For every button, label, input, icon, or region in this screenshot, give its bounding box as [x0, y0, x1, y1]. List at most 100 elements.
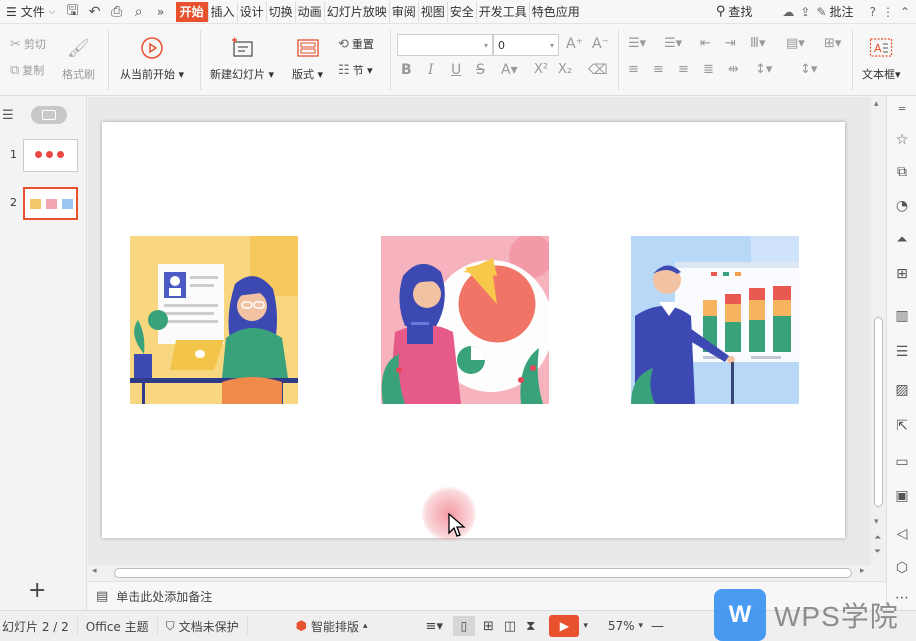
italic-button[interactable]: I	[428, 62, 434, 78]
font-size-combo[interactable]: 0 ▾	[493, 34, 559, 56]
illustration-woman-laptop[interactable]	[130, 236, 298, 404]
print-preview-icon[interactable]: ⌕	[128, 1, 150, 23]
format-painter-button[interactable]: 🖌 格式刷	[62, 34, 95, 82]
tab-transition[interactable]: 切换	[267, 1, 296, 22]
vertical-scrollbar[interactable]: ▴ ▾ ⏶ ⏷	[871, 97, 886, 565]
scroll-right-icon[interactable]: ▸	[860, 566, 865, 576]
columns-button[interactable]: ▤▾	[786, 36, 805, 51]
print-icon[interactable]: ⎙	[106, 1, 128, 23]
share-export-icon[interactable]: ⇱	[893, 417, 911, 435]
subscript-button[interactable]: X₂	[558, 62, 572, 77]
share-icon[interactable]: ⇪	[800, 5, 810, 19]
scroll-down-icon[interactable]: ▾	[874, 517, 879, 527]
text-direction-button[interactable]: Ⅲ▾	[750, 36, 766, 51]
slide-view-toggle[interactable]	[31, 106, 67, 124]
align-left-button[interactable]: ≡	[628, 62, 639, 77]
underline-button[interactable]: U	[451, 62, 461, 78]
tab-design[interactable]: 设计	[238, 1, 267, 22]
tab-view[interactable]: 视图	[419, 1, 448, 22]
justify-button[interactable]: ≣	[703, 62, 714, 77]
properties-icon[interactable]: ☰	[893, 343, 911, 361]
comment-button[interactable]: ✎ 批注	[816, 3, 853, 20]
superscript-button[interactable]: X²	[534, 62, 548, 77]
help-icon[interactable]: ?	[870, 5, 876, 19]
scroll-up-icon[interactable]: ▴	[874, 99, 879, 109]
shrink-font-button[interactable]: A⁻	[592, 36, 609, 52]
audio-icon[interactable]: ◁	[893, 525, 911, 543]
tab-insert[interactable]: 插入	[209, 1, 238, 22]
layout-grid-icon[interactable]: ⊞	[893, 265, 911, 283]
file-menu[interactable]: ☰ 文件 ⌵	[0, 3, 62, 20]
chevron-down-icon[interactable]: ▾	[639, 621, 644, 631]
horizontal-scrollbar[interactable]: ◂ ▸	[88, 565, 886, 581]
zoom-out-icon[interactable]: —	[651, 619, 664, 634]
font-color-button[interactable]: A▾	[501, 62, 518, 78]
next-slide-icon[interactable]: ⏷	[874, 547, 881, 557]
font-name-combo[interactable]: ▾	[397, 34, 493, 56]
tab-animation[interactable]: 动画	[296, 1, 325, 22]
scroll-left-icon[interactable]: ◂	[92, 566, 97, 576]
bold-button[interactable]: B	[401, 62, 412, 78]
zoom-level[interactable]: 57%	[608, 619, 635, 633]
line-spacing-button[interactable]: ↕▾	[755, 62, 772, 77]
slide-thumbnail-1[interactable]	[23, 139, 78, 172]
paragraph-spacing-button[interactable]: ↕▾	[800, 62, 817, 77]
shield-icon[interactable]: ⬡	[893, 559, 911, 577]
illustration-man-bar-chart[interactable]	[631, 236, 799, 404]
textbox-button[interactable]: A 文本框▾	[862, 34, 901, 82]
collapse-ribbon-icon[interactable]: ⌃	[900, 5, 910, 19]
section-button[interactable]: ☷ 节 ▾	[338, 62, 373, 78]
image-library-icon[interactable]: ▨	[893, 381, 911, 399]
horizontal-scroll-thumb[interactable]	[114, 568, 852, 578]
chevron-down-icon[interactable]: ▾	[583, 621, 588, 631]
numbering-button[interactable]: ☰▾	[664, 36, 682, 51]
tab-special[interactable]: 特色应用	[530, 2, 582, 22]
reading-view-icon[interactable]: ◫	[504, 619, 516, 634]
archive-icon[interactable]: ▭	[893, 453, 911, 471]
new-slide-button[interactable]: 新建幻灯片 ▾	[210, 34, 274, 82]
outline-view-icon[interactable]: ☰	[2, 108, 14, 123]
decrease-indent-button[interactable]: ⇤	[700, 36, 711, 51]
normal-view-icon[interactable]: ▯	[452, 616, 475, 636]
more-menu-icon[interactable]: ⋮	[882, 5, 894, 19]
style-icon[interactable]: ⏶	[893, 231, 911, 249]
sorter-view-icon[interactable]: ⊞	[483, 619, 494, 634]
align-right-button[interactable]: ≡	[678, 62, 689, 77]
distribute-button[interactable]: ⇹	[728, 62, 739, 77]
add-slide-button[interactable]: +	[28, 580, 46, 602]
from-current-button[interactable]: 从当前开始 ▾	[120, 34, 184, 82]
cloud-icon[interactable]: ☁	[782, 5, 794, 19]
clear-format-button[interactable]: ⌫	[588, 62, 608, 78]
protection-status[interactable]: ⛉ 文档未保护	[158, 617, 248, 635]
current-slide[interactable]	[102, 122, 845, 538]
slide-thumbnail-2[interactable]	[23, 187, 78, 220]
more-chevron-icon[interactable]: »	[150, 1, 172, 23]
shapes-icon[interactable]: ◔	[893, 197, 911, 215]
strikethrough-button[interactable]: S	[476, 62, 485, 78]
smart-layout-button[interactable]: ⬢ 智能排版 ▴	[288, 617, 376, 635]
transition-icon[interactable]: ⧉	[893, 163, 911, 181]
picture-icon[interactable]: ▣	[893, 487, 911, 505]
reset-button[interactable]: ⟲ 重置	[338, 36, 374, 52]
play-slideshow-button[interactable]: ▶	[549, 615, 580, 637]
chart-icon[interactable]: ▥	[893, 307, 911, 325]
animation-icon[interactable]: ☆	[893, 131, 911, 149]
vertical-scroll-thumb[interactable]	[874, 317, 883, 507]
notes-toggle-icon[interactable]: ≡▾	[426, 619, 443, 634]
tab-security[interactable]: 安全	[448, 1, 477, 22]
illustration-woman-pie-chart[interactable]	[381, 236, 549, 404]
increase-indent-button[interactable]: ⇥	[725, 36, 736, 51]
grow-font-button[interactable]: A⁺	[566, 36, 583, 52]
tab-home[interactable]: 开始	[175, 1, 209, 22]
smartart-button[interactable]: ⊞▾	[824, 36, 841, 51]
search-button[interactable]: ⚲ 查找	[716, 3, 753, 20]
align-center-button[interactable]: ≡	[653, 62, 664, 77]
tab-review[interactable]: 审阅	[390, 1, 419, 22]
collapse-handle-icon[interactable]: ═	[893, 101, 911, 119]
rehearsal-icon[interactable]: ⧗	[526, 619, 535, 634]
prev-slide-icon[interactable]: ⏶	[874, 533, 881, 543]
cut-button[interactable]: ✂ 剪切	[10, 36, 46, 52]
tab-slideshow[interactable]: 幻灯片放映	[325, 1, 390, 22]
layout-button[interactable]: 版式 ▾	[292, 34, 323, 82]
save-icon[interactable]: 🖫	[62, 1, 84, 23]
